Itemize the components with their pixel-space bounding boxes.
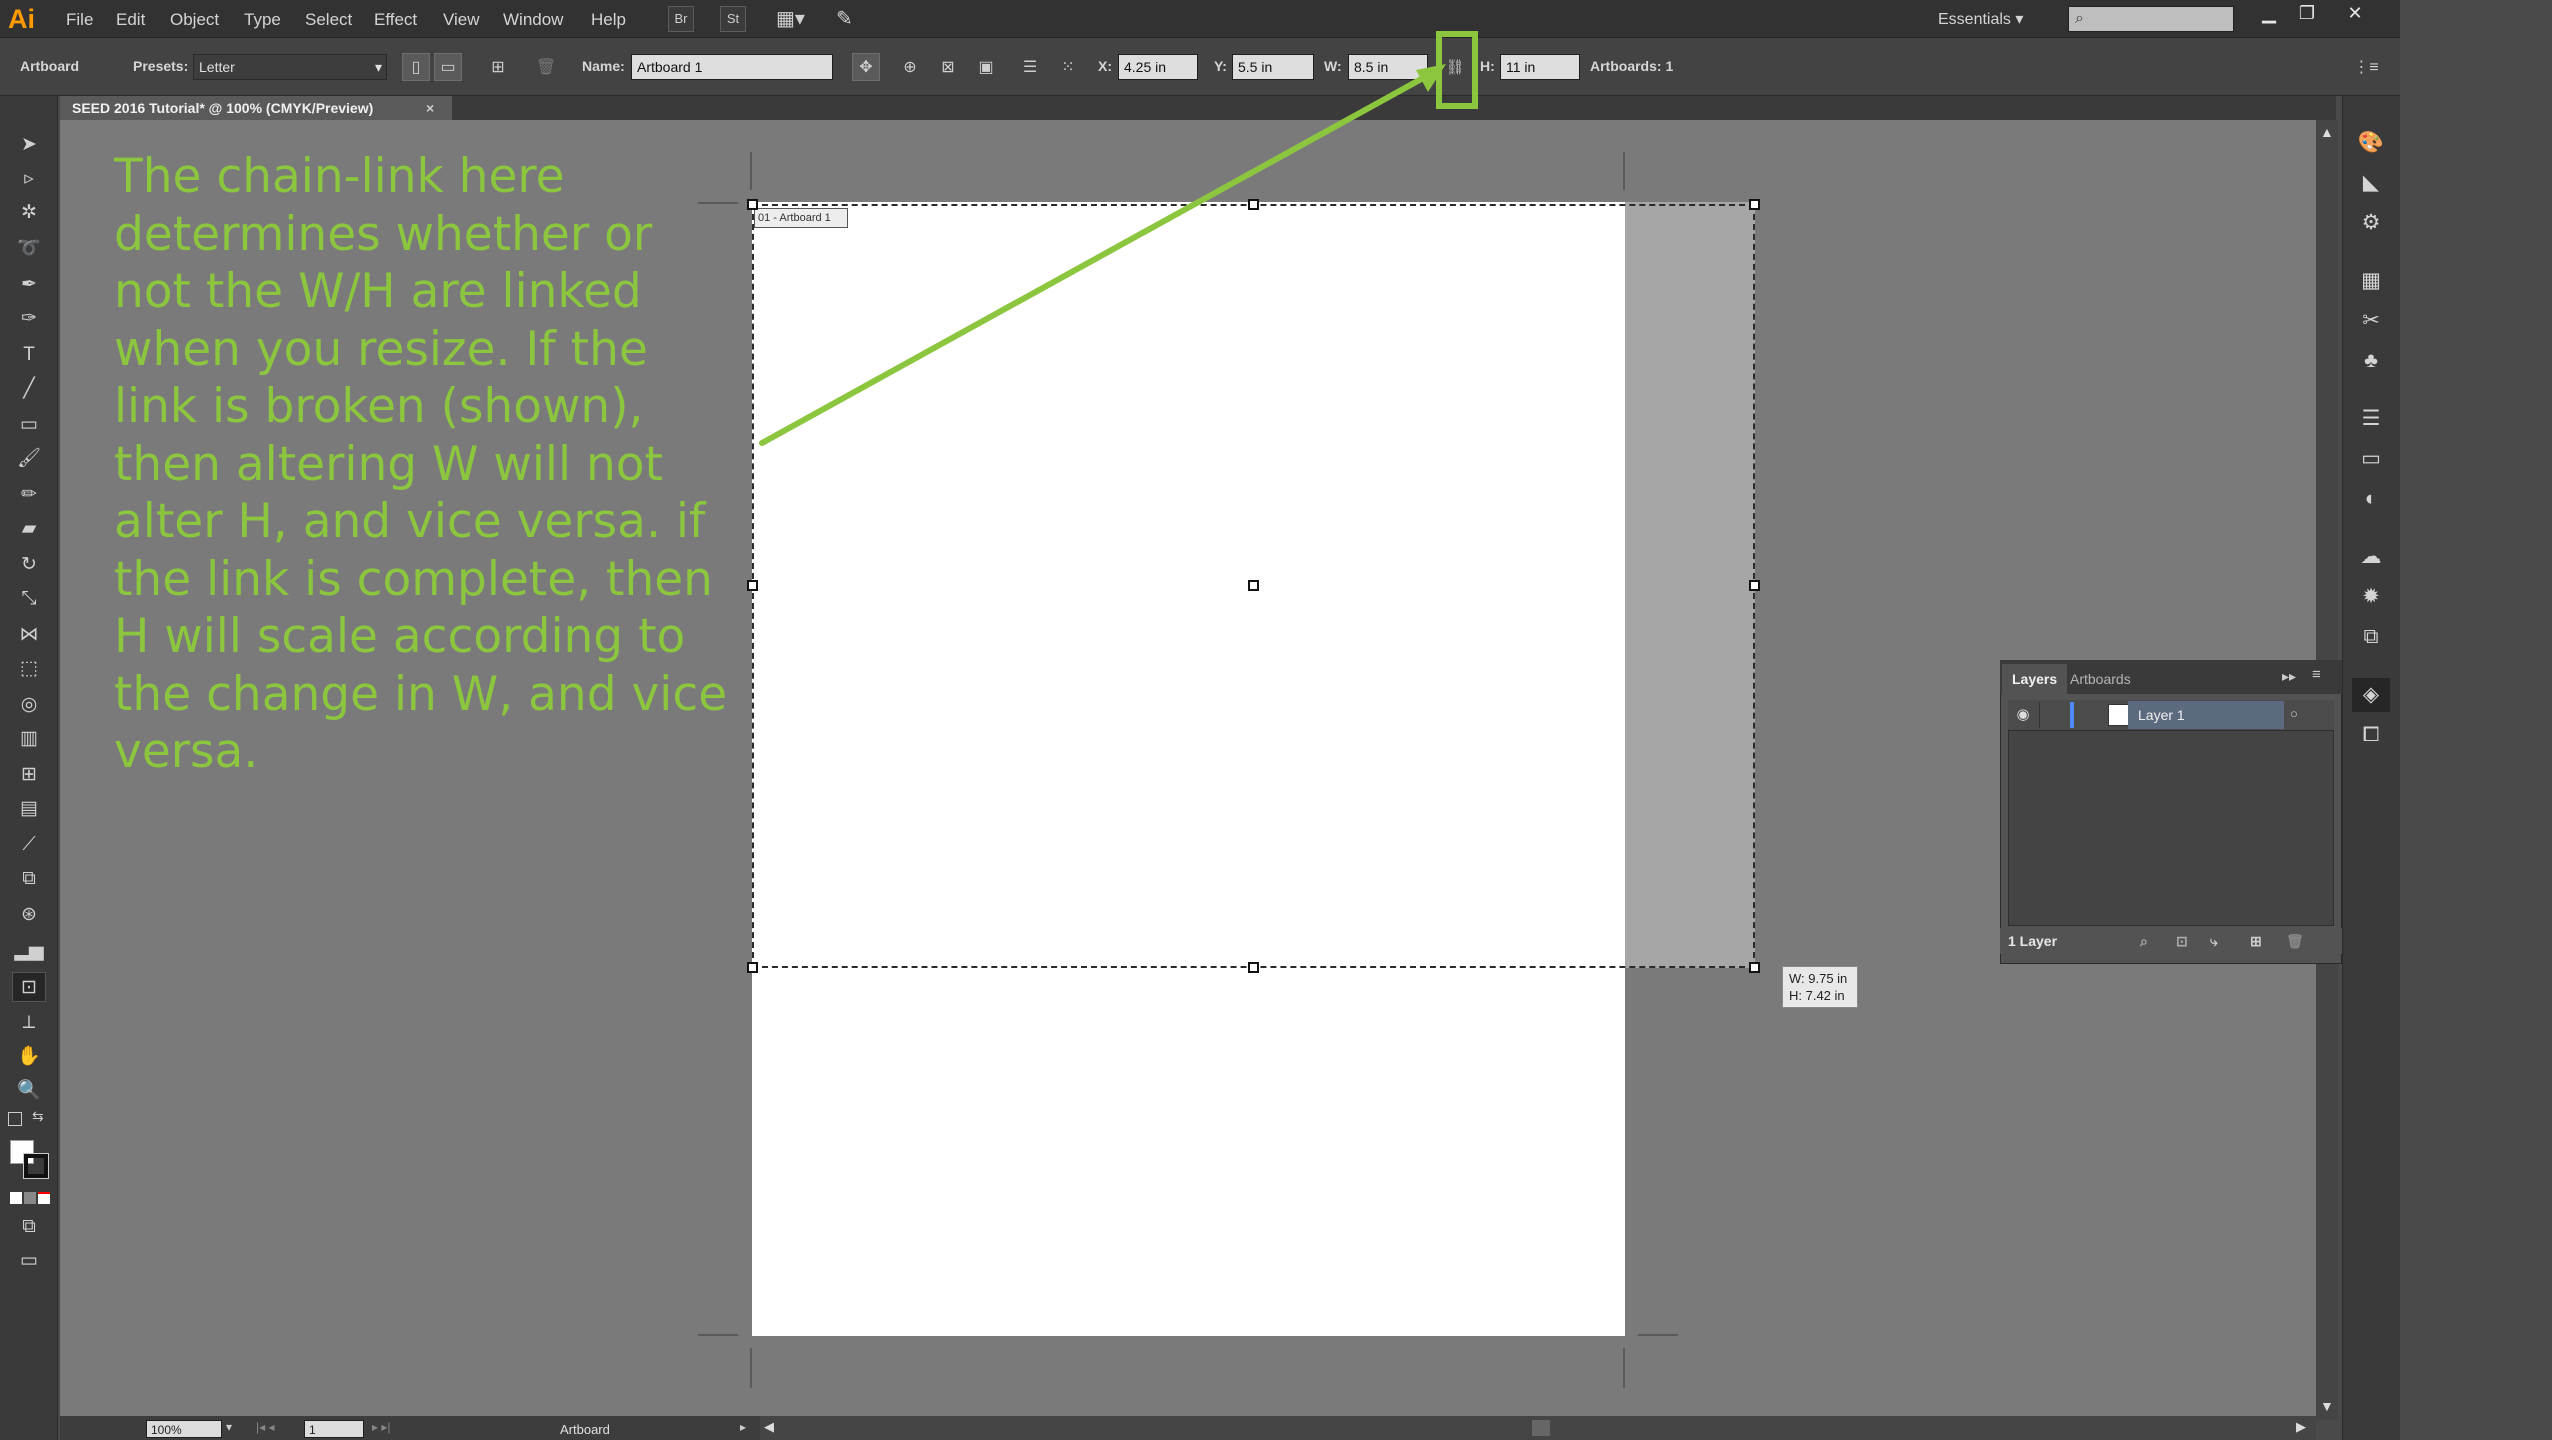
symbols-icon[interactable]: ♣	[2352, 344, 2390, 378]
make-clipping-mask-icon[interactable]: ⊡	[2176, 928, 2188, 954]
layers-list	[2008, 730, 2334, 926]
delete-layer-icon[interactable]: 🗑	[2286, 928, 2304, 954]
transparency-icon[interactable]: ◐	[2352, 482, 2390, 516]
chevron-down-icon[interactable]: ▾	[226, 1420, 232, 1434]
brushes-icon[interactable]: ✂	[2352, 304, 2390, 338]
horizontal-scrollbar[interactable]: ◀ ▶	[760, 1416, 2316, 1440]
color-panel-icon[interactable]: ◣	[2352, 166, 2390, 200]
scroll-right-icon[interactable]: ▶	[2296, 1419, 2306, 1435]
layer-name[interactable]: Layer 1	[2138, 706, 2185, 724]
locate-object-icon[interactable]: ⌕	[2140, 928, 2148, 954]
gradient-icon[interactable]: ▭	[2352, 442, 2390, 476]
layer-color-indicator	[2070, 702, 2074, 728]
color-guide-icon[interactable]: 🎨	[2352, 126, 2390, 160]
eye-visibility-icon[interactable]: ◉	[2012, 704, 2034, 726]
appearance-icon[interactable]: ✹	[2352, 580, 2390, 614]
graphic-styles-icon[interactable]: ⧉	[2352, 620, 2390, 654]
status-tool-label: Artboard	[560, 1422, 610, 1437]
layer-count: 1 Layer	[2008, 933, 2058, 949]
layers-icon[interactable]: ◈	[2352, 678, 2390, 712]
first-artboard-icon[interactable]: |◂ ◂	[256, 1420, 275, 1434]
divider	[2039, 702, 2040, 728]
panel-menu-icon[interactable]: ≡	[2312, 666, 2321, 683]
artboard-number-field[interactable]: 1	[304, 1420, 364, 1438]
scroll-left-icon[interactable]: ◀	[764, 1419, 774, 1435]
layer-thumbnail	[2108, 704, 2130, 726]
new-layer-icon[interactable]: ⊞	[2250, 928, 2262, 954]
tab-layers[interactable]: Layers	[2002, 664, 2068, 694]
target-circle-icon[interactable]: ○	[2290, 706, 2298, 721]
artboards-panel-icon[interactable]: ⧠	[2352, 718, 2390, 752]
stroke-icon[interactable]: ☰	[2352, 402, 2390, 436]
outside-window-area	[2400, 0, 2552, 1440]
scroll-thumb[interactable]	[1532, 1420, 1550, 1436]
color-themes-icon[interactable]: ⚙	[2352, 206, 2390, 240]
status-menu-icon[interactable]: ▸	[740, 1420, 746, 1434]
layers-panel-footer: 1 Layer ⌕ ⊡ ⤷ ⊞ 🗑	[2000, 928, 2342, 954]
new-sublayer-icon[interactable]: ⤷	[2210, 928, 2218, 954]
swatches-icon[interactable]: ▦	[2352, 264, 2390, 298]
next-artboard-icon[interactable]: ▸ ▸|	[372, 1420, 391, 1434]
tab-artboards[interactable]: Artboards	[2060, 664, 2141, 694]
creative-cloud-libraries-icon[interactable]: ☁	[2352, 540, 2390, 574]
zoom-level-field[interactable]: 100%	[146, 1420, 222, 1438]
collapse-panel-icon[interactable]: ▸▸	[2282, 668, 2296, 685]
